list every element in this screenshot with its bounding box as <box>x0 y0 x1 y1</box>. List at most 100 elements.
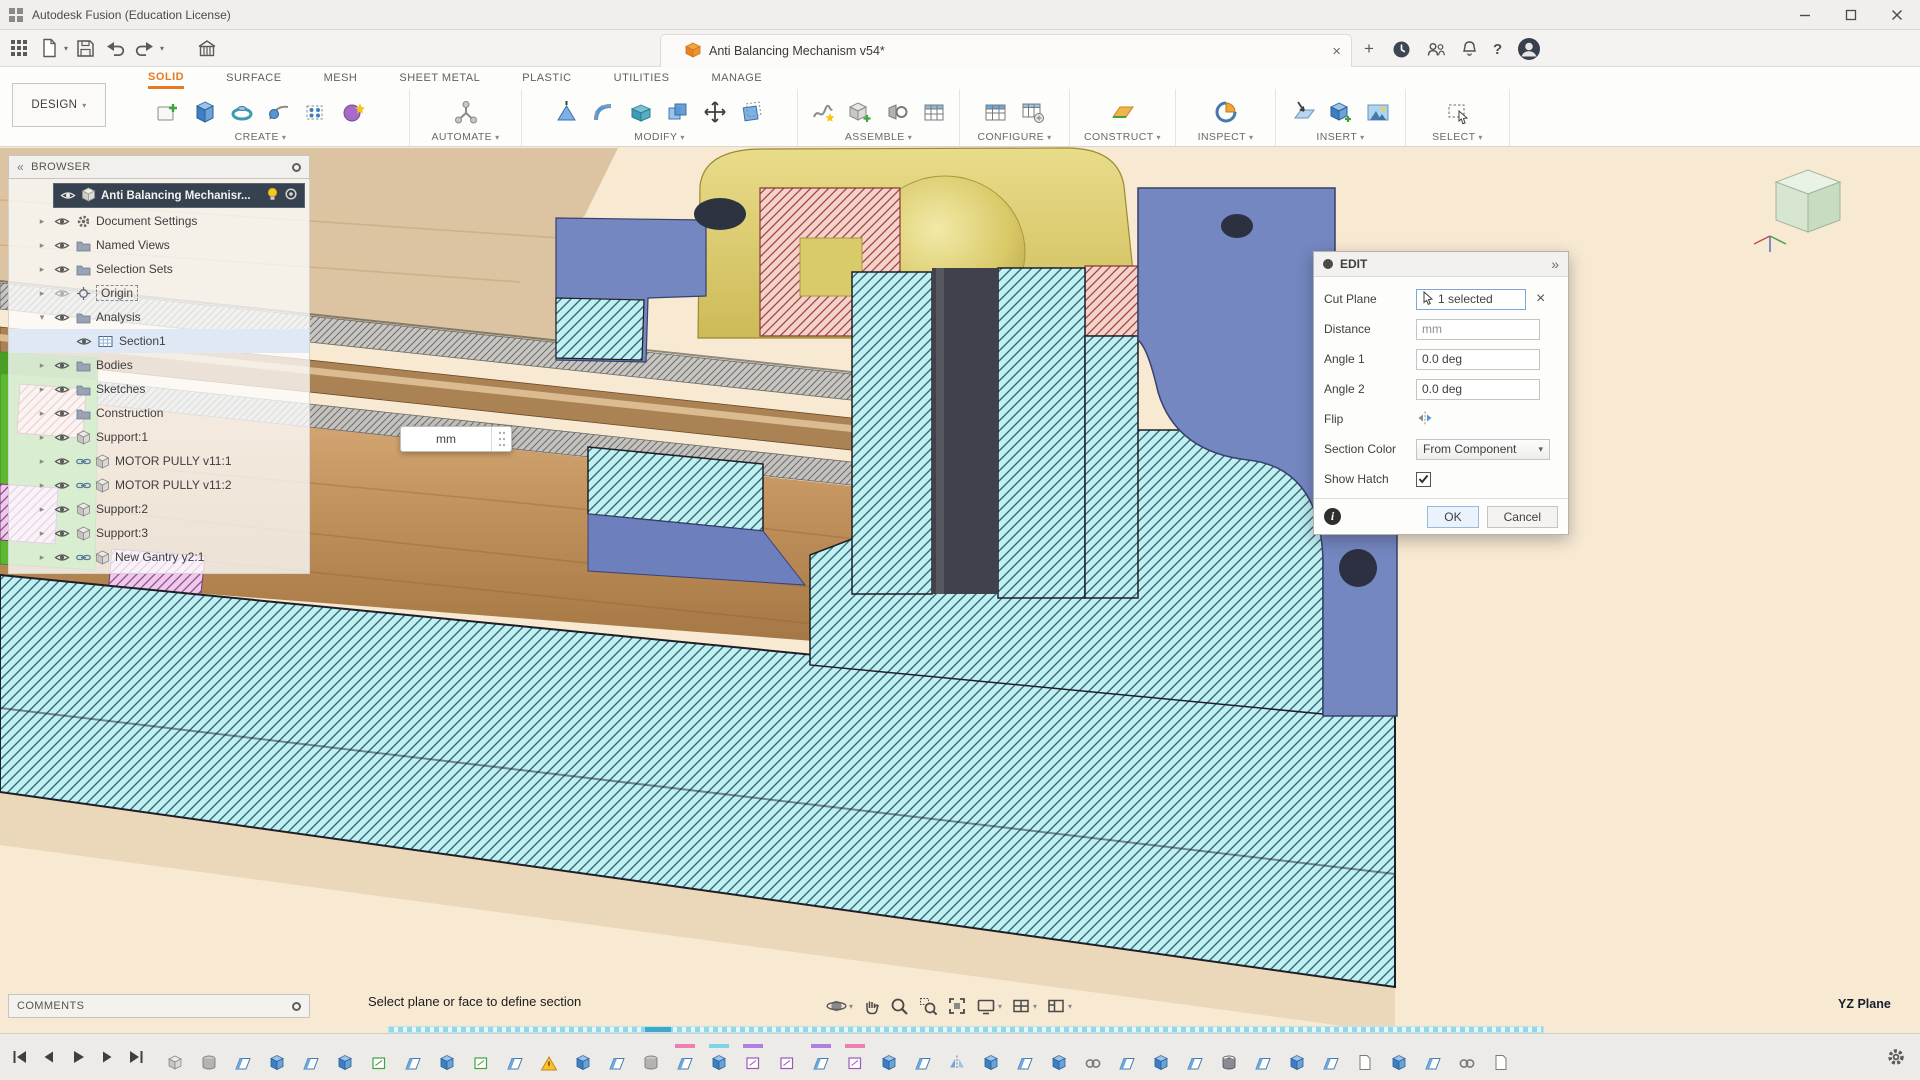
help-icon[interactable]: ? <box>1493 41 1502 58</box>
visibility-eye-icon[interactable] <box>54 240 72 251</box>
ribbon-icon-new-component[interactable] <box>845 97 875 127</box>
close-button[interactable] <box>1874 0 1920 29</box>
browser-item-motor-pully-v11-2[interactable]: ▸MOTOR PULLY v11:2 <box>9 473 309 497</box>
visibility-eye-icon[interactable] <box>54 312 72 323</box>
ribbon-icon-select[interactable] <box>1443 97 1473 127</box>
timeline-feature-plane-23[interactable] <box>912 1044 934 1071</box>
timeline-step-forward-button[interactable] <box>95 1045 119 1069</box>
visibility-eye-icon[interactable] <box>76 336 94 347</box>
collapsed-arrow-icon[interactable]: ▸ <box>35 504 49 515</box>
ok-button[interactable]: OK <box>1427 506 1478 528</box>
timeline-feature-cube-25[interactable] <box>980 1044 1002 1071</box>
timeline-feature-plane-5[interactable] <box>300 1044 322 1071</box>
timeline-feature-sk-g-7[interactable] <box>368 1044 390 1071</box>
expanded-arrow-icon[interactable]: ▾ <box>35 312 49 323</box>
collapsed-arrow-icon[interactable]: ▸ <box>35 552 49 563</box>
ribbon-tab-sheet-metal[interactable]: SHEET METAL <box>399 67 480 89</box>
timeline-feature-plane-11[interactable] <box>504 1044 526 1071</box>
timeline-feature-plane-8[interactable] <box>402 1044 424 1071</box>
collapsed-arrow-icon[interactable]: ▸ <box>35 480 49 491</box>
ribbon-group-label-insert[interactable]: INSERT▾ <box>1316 131 1364 143</box>
dialog-header[interactable]: EDIT » <box>1314 252 1568 277</box>
document-tab-close-icon[interactable]: × <box>1332 43 1341 60</box>
timeline-feature-cube-6[interactable] <box>334 1044 356 1071</box>
ribbon-icon-combine[interactable] <box>663 97 693 127</box>
ribbon-icon-canvas[interactable] <box>1363 97 1393 127</box>
browser-item-document-settings[interactable]: ▸Document Settings <box>9 209 309 233</box>
undo-icon[interactable] <box>102 35 128 61</box>
visibility-eye-icon[interactable] <box>54 528 72 539</box>
visibility-eye-icon[interactable] <box>54 360 72 371</box>
ribbon-icon-create-sketch[interactable] <box>153 97 183 127</box>
panel-options-icon[interactable] <box>292 163 301 172</box>
timeline-scrollbar-thumb[interactable] <box>645 1027 671 1032</box>
design-workspace-dropdown[interactable]: DESIGN ▾ <box>12 83 106 127</box>
browser-item-section1[interactable]: Section1 <box>9 329 309 353</box>
visibility-eye-icon[interactable] <box>54 264 72 275</box>
isolate-target-icon[interactable] <box>284 187 298 204</box>
clear-selection-button[interactable]: × <box>1536 291 1545 307</box>
browser-item-named-views[interactable]: ▸Named Views <box>9 233 309 257</box>
timeline-feature-joint-28[interactable] <box>1082 1044 1104 1071</box>
timeline-feature-sk-g-10[interactable] <box>470 1044 492 1071</box>
profile-icon[interactable] <box>1517 37 1541 61</box>
ribbon-tab-solid[interactable]: SOLID <box>148 67 184 89</box>
zoom-window-icon[interactable] <box>918 996 938 1016</box>
timeline-feature-cube-30[interactable] <box>1150 1044 1172 1071</box>
community-icon[interactable] <box>1426 41 1446 58</box>
timeline-feature-plane-35[interactable] <box>1320 1044 1342 1071</box>
timeline-feature-cube-13[interactable] <box>572 1044 594 1071</box>
timeline-feature-cyl-15[interactable] <box>640 1044 662 1071</box>
timeline-feature-doc-36[interactable] <box>1354 1044 1376 1071</box>
browser-item-bodies[interactable]: ▸Bodies <box>9 353 309 377</box>
visibility-eye-icon[interactable] <box>54 504 72 515</box>
timeline-feature-doc-40[interactable] <box>1490 1044 1512 1071</box>
timeline-feature-sk-p-18[interactable] <box>742 1044 764 1071</box>
cancel-button[interactable]: Cancel <box>1487 506 1558 528</box>
visibility-eye-icon[interactable] <box>54 432 72 443</box>
redo-caret-icon[interactable]: ▾ <box>160 44 164 53</box>
floating-dimension-input[interactable]: mm <box>400 426 512 452</box>
browser-item-support-3[interactable]: ▸Support:3 <box>9 521 309 545</box>
timeline-play-button[interactable] <box>66 1045 90 1069</box>
ribbon-tab-mesh[interactable]: MESH <box>324 67 358 89</box>
ribbon-group-label-configure[interactable]: CONFIGURE▾ <box>977 131 1051 143</box>
collapsed-arrow-icon[interactable]: ▸ <box>35 360 49 371</box>
ribbon-icon-joint-origin[interactable] <box>808 97 838 127</box>
ribbon-icon-revolve[interactable] <box>227 97 257 127</box>
ribbon-group-label-create[interactable]: CREATE▾ <box>235 131 287 143</box>
model-pink-section-right[interactable] <box>1085 266 1138 336</box>
ribbon-icon-insert-mesh[interactable] <box>1326 97 1356 127</box>
browser-item-analysis[interactable]: ▾Analysis <box>9 305 309 329</box>
angle1-input[interactable]: 0.0 deg <box>1416 349 1540 370</box>
timeline-step-back-button[interactable] <box>37 1045 61 1069</box>
fit-icon[interactable] <box>947 996 967 1016</box>
pan-icon[interactable] <box>862 997 881 1016</box>
browser-item-selection-sets[interactable]: ▸Selection Sets <box>9 257 309 281</box>
show-hatch-checkbox[interactable] <box>1416 472 1431 487</box>
collapsed-arrow-icon[interactable]: ▸ <box>35 384 49 395</box>
drag-handle-icon[interactable] <box>491 427 511 451</box>
ribbon-icon-construction-plane[interactable] <box>1108 97 1138 127</box>
job-status-icon[interactable] <box>1392 40 1411 59</box>
visibility-eye-icon[interactable] <box>54 216 72 227</box>
timeline-feature-cube-9[interactable] <box>436 1044 458 1071</box>
timeline-feature-comp-1[interactable] <box>164 1044 186 1071</box>
timeline-feature-plane-26[interactable] <box>1014 1044 1036 1071</box>
ribbon-icon-press-pull[interactable] <box>552 97 582 127</box>
timeline-feature-joint-39[interactable] <box>1456 1044 1478 1071</box>
ribbon-icon-configuration-insert[interactable] <box>1018 97 1048 127</box>
collapsed-arrow-icon[interactable]: ▸ <box>35 432 49 443</box>
visibility-eye-icon[interactable] <box>54 288 72 299</box>
ribbon-icon-measure[interactable] <box>1211 97 1241 127</box>
ribbon-group-label-automate[interactable]: AUTOMATE▾ <box>432 131 500 143</box>
timeline-feature-plane-20[interactable] <box>810 1044 832 1071</box>
browser-panel-header[interactable]: « BROWSER <box>8 155 310 179</box>
collapsed-arrow-icon[interactable]: ▸ <box>35 264 49 275</box>
visibility-eye-icon[interactable] <box>60 190 76 201</box>
comments-panel-header[interactable]: COMMENTS <box>8 994 310 1018</box>
browser-item-root-anti-balancing-mechanisr[interactable]: Anti Balancing Mechanisr... <box>53 183 305 208</box>
collapsed-arrow-icon[interactable]: ▸ <box>35 216 49 227</box>
ribbon-icon-automate[interactable] <box>451 97 481 127</box>
timeline-feature-sk-p-21[interactable] <box>844 1044 866 1071</box>
